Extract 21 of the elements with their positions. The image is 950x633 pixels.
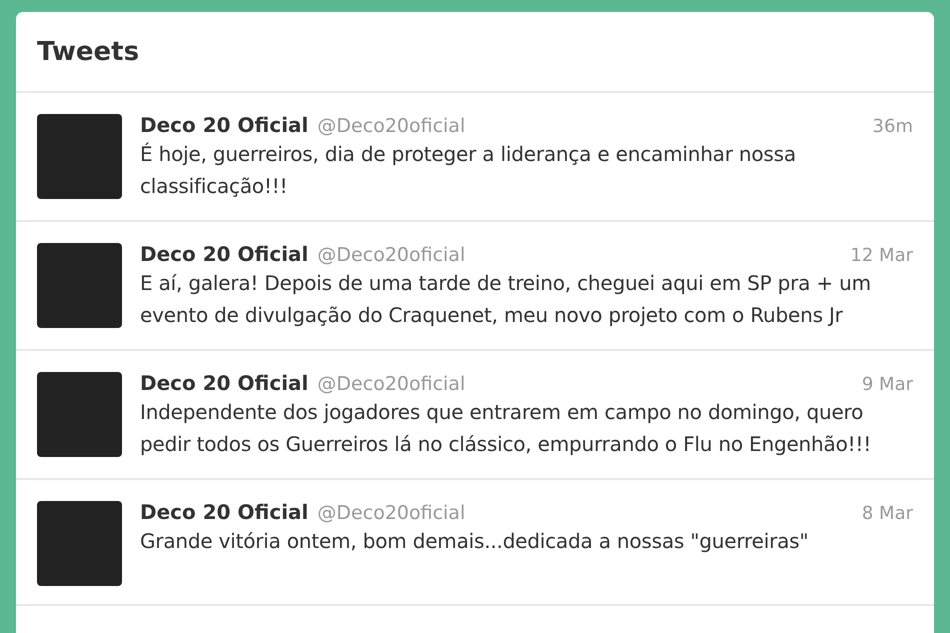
tweet-time[interactable]: 8 Mar (862, 503, 913, 524)
author-handle[interactable]: @Deco20oficial (317, 373, 853, 395)
author-handle[interactable]: @Deco20oficial (317, 115, 864, 137)
tweet-text: É hoje, guerreiros, dia de proteger a liderança e encaminhar nossa classificação!!! (140, 141, 797, 200)
author-name[interactable]: Deco 20 Oficial (140, 371, 308, 395)
author-handle[interactable]: @Deco20oficial (317, 244, 842, 266)
panel-title: Tweets (37, 36, 140, 66)
tweet-text: E aí, galera! Depois de uma tarde de treino, cheguei aqui em SP pra + um evento de divulgação do Craquenet, meu novo projeto com o Rubens Jr (140, 270, 872, 329)
tweet-time[interactable]: 12 Mar (850, 245, 913, 266)
avatar-photo-placeholder[interactable] (37, 243, 122, 328)
avatar-photo-placeholder[interactable] (37, 372, 122, 457)
avatar-photo-placeholder[interactable] (37, 501, 122, 586)
tweet-text: Grande vitória ontem, bom demais...dedicada a nossas "guerreiras" (140, 528, 810, 555)
author-name[interactable]: Deco 20 Oficial (140, 113, 308, 137)
tweet-text: Independente dos jogadores que entrarem em campo no domingo, quero pedir todos os Guerreiros lá no clássico, empurrando o Flu no Engenhão!!! (140, 399, 872, 458)
author-name[interactable]: Deco 20 Oficial (140, 242, 308, 266)
tweet-time[interactable]: 36m (872, 116, 913, 137)
author-handle[interactable]: @Deco20oficial (317, 502, 853, 524)
avatar-photo-placeholder[interactable] (37, 114, 122, 199)
tweet-time[interactable]: 9 Mar (862, 374, 913, 395)
author-name[interactable]: Deco 20 Oficial (140, 500, 308, 524)
